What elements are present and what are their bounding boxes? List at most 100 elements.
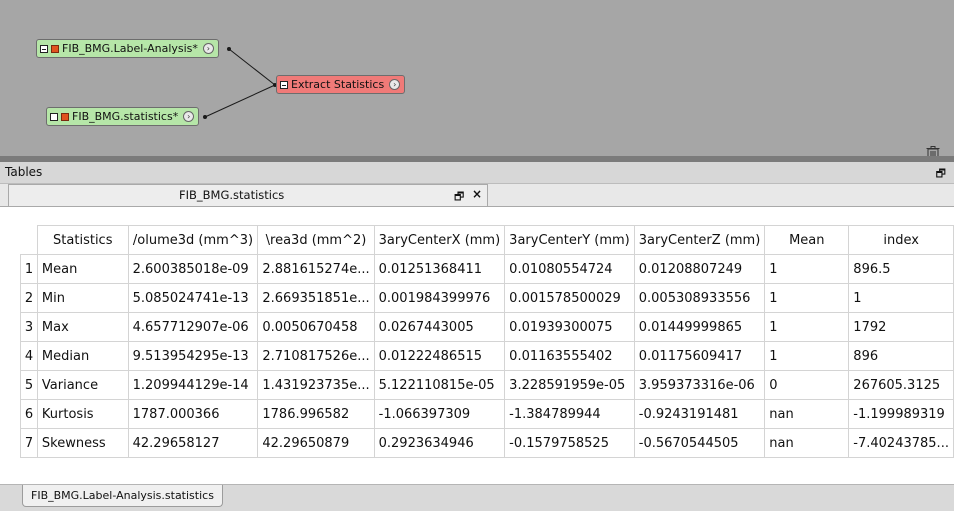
table-cell[interactable]: Variance: [36, 370, 129, 400]
row-number[interactable]: 7: [20, 428, 38, 458]
table-cell[interactable]: 0.001984399976: [373, 283, 506, 313]
table-cell[interactable]: 896: [848, 341, 954, 371]
table-cell[interactable]: 1: [764, 254, 850, 284]
statistics-table[interactable]: Statistics /olume3d (mm^3) \rea3d (mm^2)…: [20, 225, 954, 458]
connection-line: [228, 48, 276, 86]
table-cell[interactable]: Max: [36, 312, 129, 342]
node-statistics[interactable]: FIB_BMG.statistics* ›: [46, 107, 200, 126]
connection-line: [204, 84, 276, 118]
column-header[interactable]: 3aryCenterX (mm): [373, 225, 506, 255]
table-cell[interactable]: 0.01175609417: [633, 341, 766, 371]
table-cell[interactable]: -1.199989319: [848, 399, 954, 429]
table-cell[interactable]: 1787.000366: [127, 399, 259, 429]
table-cell[interactable]: 0.01163555402: [504, 341, 635, 371]
table-cell[interactable]: 1.431923735e...: [257, 370, 375, 400]
table-cell[interactable]: 2.669351851e...: [257, 283, 375, 313]
table-cell[interactable]: 0.01449999865: [633, 312, 766, 342]
table-cell[interactable]: Mean: [36, 254, 129, 284]
corner-header[interactable]: [20, 225, 38, 255]
checkbox-icon[interactable]: [50, 112, 58, 121]
table-cell[interactable]: 896.5: [848, 254, 954, 284]
table-cell[interactable]: 0.01939300075: [504, 312, 635, 342]
node-output-port-icon[interactable]: ›: [183, 111, 195, 122]
table-row[interactable]: 6 Kurtosis 1787.000366 1786.996582 -1.06…: [20, 399, 954, 429]
row-number[interactable]: 3: [20, 312, 38, 342]
column-header[interactable]: Statistics: [36, 225, 129, 255]
table-row[interactable]: 7 Skewness 42.29658127 42.29650879 0.292…: [20, 428, 954, 458]
column-header[interactable]: 3aryCenterY (mm): [504, 225, 635, 255]
table-cell[interactable]: 2.710817526e...: [257, 341, 375, 371]
table-cell[interactable]: 3.959373316e-06: [633, 370, 766, 400]
row-number[interactable]: 2: [20, 283, 38, 313]
row-number[interactable]: 4: [20, 341, 38, 371]
table-cell[interactable]: 9.513954295e-13: [127, 341, 259, 371]
column-header[interactable]: index: [848, 225, 954, 255]
table-cell[interactable]: 0.0050670458: [257, 312, 375, 342]
tab-fib-bmg-statistics[interactable]: FIB_BMG.statistics 🗗 ×: [8, 184, 488, 206]
table-cell[interactable]: 2.600385018e-09: [127, 254, 259, 284]
table-cell[interactable]: Skewness: [36, 428, 129, 458]
table-cell[interactable]: nan: [764, 428, 850, 458]
table-row[interactable]: 3 Max 4.657712907e-06 0.0050670458 0.026…: [20, 312, 954, 342]
table-header-row: Statistics /olume3d (mm^3) \rea3d (mm^2)…: [20, 225, 954, 255]
table-cell[interactable]: 4.657712907e-06: [127, 312, 259, 342]
node-label: Extract Statistics: [291, 78, 385, 91]
table-cell[interactable]: -0.9243191481: [633, 399, 766, 429]
float-window-icon[interactable]: 🗗: [936, 165, 946, 184]
table-cell[interactable]: 1: [764, 312, 850, 342]
table-cell[interactable]: 0.01208807249: [633, 254, 766, 284]
table-view[interactable]: Statistics /olume3d (mm^3) \rea3d (mm^2)…: [0, 206, 954, 485]
table-cell[interactable]: 0.005308933556: [633, 283, 766, 313]
table-cell[interactable]: -0.5670544505: [633, 428, 766, 458]
network-graph-area[interactable]: FIB_BMG.Label-Analysis* › FIB_BMG.statis…: [0, 0, 954, 161]
table-cell[interactable]: -7.40243785...: [848, 428, 954, 458]
table-cell[interactable]: 0.01222486515: [373, 341, 506, 371]
table-row[interactable]: 4 Median 9.513954295e-13 2.710817526e...…: [20, 341, 954, 371]
table-cell[interactable]: 42.29650879: [257, 428, 375, 458]
table-row[interactable]: 5 Variance 1.209944129e-14 1.431923735e.…: [20, 370, 954, 400]
table-cell[interactable]: 5.122110815e-05: [373, 370, 506, 400]
table-row[interactable]: 2 Min 5.085024741e-13 2.669351851e... 0.…: [20, 283, 954, 313]
table-cell[interactable]: 0.2923634946: [373, 428, 506, 458]
table-cell[interactable]: 5.085024741e-13: [127, 283, 259, 313]
table-cell[interactable]: Kurtosis: [36, 399, 129, 429]
table-cell[interactable]: -1.384789944: [504, 399, 635, 429]
table-cell[interactable]: 0.01080554724: [504, 254, 635, 284]
row-number[interactable]: 5: [20, 370, 38, 400]
column-header[interactable]: /olume3d (mm^3): [127, 225, 259, 255]
table-cell[interactable]: 1792: [848, 312, 954, 342]
table-cell[interactable]: Min: [36, 283, 129, 313]
table-cell[interactable]: -0.1579758525: [504, 428, 635, 458]
table-cell[interactable]: 0.01251368411: [373, 254, 506, 284]
node-output-port-icon[interactable]: ›: [202, 43, 214, 54]
table-cell[interactable]: 2.881615274e...: [257, 254, 375, 284]
table-cell[interactable]: 1.209944129e-14: [127, 370, 259, 400]
table-cell[interactable]: 0.001578500029: [504, 283, 635, 313]
row-number[interactable]: 1: [20, 254, 38, 284]
table-cell[interactable]: 1: [764, 283, 850, 313]
table-cell[interactable]: 1786.996582: [257, 399, 375, 429]
table-cell[interactable]: 1: [764, 341, 850, 371]
table-cell[interactable]: nan: [764, 399, 850, 429]
tab-label-analysis-statistics[interactable]: FIB_BMG.Label-Analysis.statistics: [22, 485, 223, 507]
node-output-port-icon[interactable]: ›: [389, 79, 401, 90]
tab-close-icon[interactable]: ×: [472, 187, 482, 201]
tab-float-icon[interactable]: 🗗: [454, 188, 464, 207]
table-row[interactable]: 1 Mean 2.600385018e-09 2.881615274e... 0…: [20, 254, 954, 284]
column-header[interactable]: \rea3d (mm^2): [257, 225, 375, 255]
table-cell[interactable]: Median: [36, 341, 129, 371]
collapse-toggle-icon[interactable]: [40, 44, 48, 53]
column-header[interactable]: 3aryCenterZ (mm): [633, 225, 766, 255]
table-cell[interactable]: 267605.3125: [848, 370, 954, 400]
table-cell[interactable]: 3.228591959e-05: [504, 370, 635, 400]
table-cell[interactable]: 0.0267443005: [373, 312, 506, 342]
table-cell[interactable]: 42.29658127: [127, 428, 259, 458]
row-number[interactable]: 6: [20, 399, 38, 429]
table-cell[interactable]: -1.066397309: [373, 399, 506, 429]
column-header[interactable]: Mean: [764, 225, 850, 255]
collapse-toggle-icon[interactable]: [280, 80, 288, 89]
node-label-analysis[interactable]: FIB_BMG.Label-Analysis* ›: [36, 39, 219, 58]
node-extract-statistics[interactable]: Extract Statistics ›: [276, 75, 406, 94]
table-cell[interactable]: 1: [848, 283, 954, 313]
table-cell[interactable]: 0: [764, 370, 850, 400]
